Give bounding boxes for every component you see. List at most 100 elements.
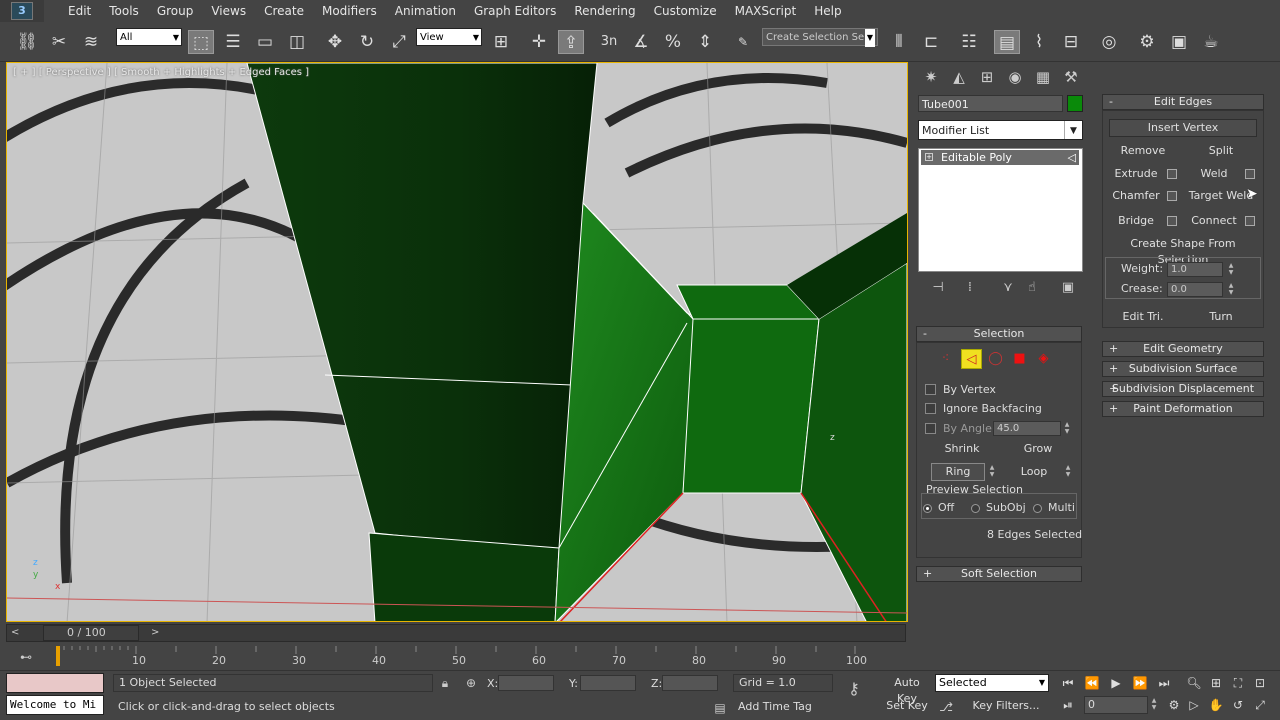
pivot-center-icon[interactable]: ⊞ bbox=[488, 30, 514, 54]
edit-tri-button[interactable]: Edit Tri. bbox=[1109, 308, 1177, 326]
motion-tab-icon[interactable]: ◉ bbox=[1004, 66, 1026, 88]
zoom-extents-icon[interactable]: ⛶ bbox=[1228, 674, 1248, 692]
graphite-ribbon-icon[interactable]: ▤ bbox=[994, 30, 1020, 54]
select-and-link-icon[interactable]: ⛓ bbox=[14, 30, 40, 54]
set-keys-mode-icon[interactable]: ⎇ bbox=[938, 699, 954, 715]
ring-spinner-icon[interactable]: ▲ ▼ bbox=[987, 464, 997, 479]
key-icon[interactable]: ⚷ bbox=[846, 681, 862, 697]
chevron-left-icon[interactable]: < bbox=[11, 625, 19, 641]
by-vertex-checkbox[interactable] bbox=[925, 383, 936, 395]
pin-stack-icon[interactable]: ⊣ bbox=[928, 278, 948, 298]
preview-multi-radio[interactable] bbox=[1033, 503, 1042, 513]
keyboard-shortcut-override-icon[interactable]: ⇪ bbox=[558, 30, 584, 54]
time-slider[interactable]: < 0 / 100 > bbox=[6, 624, 906, 642]
zoom-all-icon[interactable]: ⊞ bbox=[1206, 674, 1226, 692]
soft-selection-rollout-header[interactable]: + Soft Selection bbox=[916, 566, 1082, 582]
object-color-swatch[interactable] bbox=[1067, 95, 1083, 112]
x-coord-field[interactable] bbox=[498, 675, 554, 691]
menu-animation[interactable]: Animation bbox=[386, 0, 465, 22]
next-frame-icon[interactable]: ⏩ bbox=[1130, 674, 1150, 692]
zoom-icon[interactable]: 🔍︎ bbox=[1184, 674, 1204, 692]
align-icon[interactable]: ⊏ bbox=[918, 30, 944, 54]
extrude-button[interactable]: Extrude bbox=[1109, 165, 1163, 183]
mirror-icon[interactable]: ⫴ bbox=[886, 30, 912, 54]
chamfer-settings-icon[interactable] bbox=[1167, 191, 1177, 201]
weight-spinner-icon[interactable]: ▲ ▼ bbox=[1226, 262, 1236, 277]
rectangular-selection-icon[interactable]: ▭ bbox=[252, 30, 278, 54]
menu-graph-editors[interactable]: Graph Editors bbox=[465, 0, 565, 22]
window-crossing-icon[interactable]: ◫ bbox=[284, 30, 310, 54]
menu-rendering[interactable]: Rendering bbox=[565, 0, 644, 22]
crease-field[interactable]: 0.0 bbox=[1167, 282, 1223, 297]
by-angle-field[interactable]: 45.0 bbox=[993, 421, 1061, 436]
preview-subobj-radio[interactable] bbox=[971, 503, 980, 513]
track-bar[interactable]: 10 20 30 40 50 60 70 80 90 100 bbox=[56, 646, 867, 668]
by-angle-row[interactable]: By Angle: bbox=[925, 420, 996, 436]
create-tab-icon[interactable]: ✷ bbox=[920, 66, 942, 88]
modify-tab-icon[interactable]: ◭ bbox=[948, 66, 970, 88]
extrude-settings-icon[interactable] bbox=[1167, 169, 1177, 179]
utilities-tab-icon[interactable]: ⚒ bbox=[1060, 66, 1082, 88]
show-end-result-icon[interactable]: ⁞ bbox=[960, 278, 980, 298]
key-mode-toggle-icon[interactable]: ⏯ bbox=[1058, 696, 1078, 714]
current-frame-field[interactable]: 0 bbox=[1084, 696, 1148, 714]
previous-frame-icon[interactable]: ⏪ bbox=[1082, 674, 1102, 692]
auto-key-button[interactable]: Auto Key bbox=[882, 674, 932, 705]
shrink-button[interactable]: Shrink bbox=[931, 440, 993, 458]
ignore-backfacing-row[interactable]: Ignore Backfacing bbox=[925, 400, 1042, 416]
menu-views[interactable]: Views bbox=[202, 0, 255, 22]
material-editor-icon[interactable]: ◎ bbox=[1096, 30, 1122, 54]
app-logo[interactable]: 3 bbox=[0, 0, 44, 22]
connect-button[interactable]: Connect bbox=[1187, 212, 1241, 230]
border-mode-icon[interactable]: ◯ bbox=[985, 349, 1006, 369]
connect-settings-icon[interactable] bbox=[1245, 216, 1255, 226]
preview-off-option[interactable]: Off bbox=[923, 501, 954, 514]
menu-help[interactable]: Help bbox=[805, 0, 850, 22]
modifier-list-dropdown[interactable]: Modifier List ▼ bbox=[918, 120, 1083, 140]
menu-tools[interactable]: Tools bbox=[100, 0, 148, 22]
current-frame-spinner-icon[interactable]: ▲ ▼ bbox=[1149, 697, 1159, 712]
select-and-move-icon[interactable]: ✥ bbox=[322, 30, 348, 54]
schematic-view-icon[interactable]: ⊟ bbox=[1058, 30, 1084, 54]
go-to-start-icon[interactable]: ⏮ bbox=[1058, 674, 1078, 692]
spinner-snap-icon[interactable]: ⇕ bbox=[692, 30, 718, 54]
loop-spinner-icon[interactable]: ▲ ▼ bbox=[1063, 464, 1073, 479]
object-name-field[interactable]: Tube001 bbox=[918, 95, 1063, 112]
by-vertex-row[interactable]: By Vertex bbox=[925, 381, 996, 397]
loop-button[interactable]: Loop bbox=[1007, 463, 1061, 481]
stack-item-editable-poly[interactable]: + Editable Poly ◁ bbox=[921, 150, 1079, 165]
preview-subobj-option[interactable]: SubObj bbox=[971, 501, 1026, 514]
layer-manager-icon[interactable]: ☷ bbox=[956, 30, 982, 54]
turn-button[interactable]: Turn bbox=[1187, 308, 1255, 326]
unlink-icon[interactable]: ✂ bbox=[46, 30, 72, 54]
insert-vertex-button[interactable]: Insert Vertex bbox=[1109, 119, 1257, 137]
subdivision-surface-rollout-header[interactable]: + Subdivision Surface bbox=[1102, 361, 1264, 377]
maxscript-listener-pink[interactable] bbox=[6, 673, 104, 693]
bridge-settings-icon[interactable] bbox=[1167, 216, 1177, 226]
by-angle-spinner-icon[interactable]: ▲ ▼ bbox=[1062, 421, 1072, 436]
play-icon[interactable]: ▶ bbox=[1106, 674, 1126, 692]
angle-snap-icon[interactable]: ∡ bbox=[628, 30, 654, 54]
ignore-backfacing-checkbox[interactable] bbox=[925, 402, 936, 414]
key-mode-dropdown[interactable]: Selected ▼ bbox=[935, 674, 1049, 692]
paint-deformation-rollout-header[interactable]: + Paint Deformation bbox=[1102, 401, 1264, 417]
maxscript-mini-listener[interactable]: Welcome to Mi bbox=[6, 695, 104, 715]
vertex-mode-icon[interactable]: ⁖ bbox=[935, 349, 956, 369]
time-configuration-icon[interactable]: ⚙ bbox=[1164, 696, 1184, 714]
edit-geometry-rollout-header[interactable]: + Edit Geometry bbox=[1102, 341, 1264, 357]
bridge-button[interactable]: Bridge bbox=[1109, 212, 1163, 230]
curve-editor-icon[interactable]: ⌇ bbox=[1026, 30, 1052, 54]
mini-curve-editor-icon[interactable]: ⊷ bbox=[18, 649, 34, 665]
reference-coordinate-dropdown[interactable]: View ▼ bbox=[416, 28, 482, 46]
menu-edit[interactable]: Edit bbox=[59, 0, 100, 22]
selection-lock-icon[interactable]: 🔒︎ bbox=[437, 675, 453, 691]
bind-space-warp-icon[interactable]: ≋ bbox=[78, 30, 104, 54]
menu-modifiers[interactable]: Modifiers bbox=[313, 0, 386, 22]
chevron-right-icon[interactable]: > bbox=[151, 625, 159, 641]
edit-named-selection-icon[interactable]: ✎ bbox=[730, 30, 756, 54]
select-manipulate-icon[interactable]: ✛ bbox=[526, 30, 552, 54]
make-unique-icon[interactable]: ⋎ bbox=[998, 278, 1018, 298]
weight-field[interactable]: 1.0 bbox=[1167, 262, 1223, 277]
create-shape-button[interactable]: Create Shape From Selection bbox=[1105, 235, 1261, 266]
rendered-frame-window-icon[interactable]: ▣ bbox=[1166, 30, 1192, 54]
